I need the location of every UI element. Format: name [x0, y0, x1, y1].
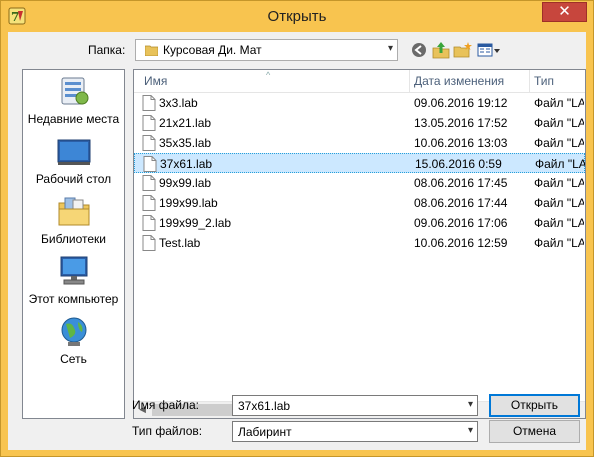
file-type: Файл "LAB" [534, 116, 584, 130]
place-label: Библиотеки [40, 232, 106, 246]
new-folder-icon[interactable] [453, 40, 473, 60]
places-bar: Недавние места Рабочий стол Библиотеки Э… [22, 69, 125, 419]
view-menu-icon[interactable] [477, 40, 501, 60]
file-date: 15.06.2016 0:59 [415, 157, 502, 171]
file-date: 09.06.2016 19:12 [414, 96, 508, 110]
file-row[interactable]: 99x99.lab 08.06.2016 17:45 Файл "LAB" [134, 173, 585, 193]
file-list[interactable]: ^ Имя Дата изменения Тип 3x3.lab 09.06.2… [133, 69, 586, 419]
computer-icon [60, 256, 87, 285]
desktop-icon [57, 139, 90, 165]
open-button[interactable]: Открыть [489, 394, 580, 417]
file-date: 09.06.2016 17:06 [414, 216, 508, 230]
close-button[interactable]: ✕ [542, 2, 587, 22]
place-label: Сеть [60, 352, 87, 366]
column-header: ^ Имя Дата изменения Тип [134, 70, 585, 93]
file-row-selected[interactable]: 37x61.lab 15.06.2016 0:59 Файл "LAB" [134, 153, 585, 173]
file-name: 35x35.lab [159, 136, 212, 150]
file-icon [142, 235, 156, 251]
cancel-button[interactable]: Отмена [489, 420, 580, 443]
recent-places-icon [61, 77, 88, 105]
window-title: Открыть [267, 8, 327, 25]
lookin-dropdown[interactable]: Курсовая Ди. Мат ▾ [135, 39, 398, 61]
file-name: 199x99_2.lab [159, 216, 232, 230]
file-icon [142, 215, 156, 231]
chevron-down-icon[interactable]: ▾ [468, 425, 473, 436]
file-date: 10.06.2016 12:59 [414, 236, 508, 250]
back-icon[interactable] [409, 40, 429, 60]
file-row[interactable]: 35x35.lab 10.06.2016 13:03 Файл "LAB" [134, 133, 585, 153]
column-name[interactable]: Имя [144, 74, 167, 88]
place-network[interactable]: Сеть [23, 314, 124, 366]
column-divider[interactable] [409, 70, 410, 92]
file-type: Файл "LAB" [534, 216, 584, 230]
libraries-icon [58, 197, 89, 226]
filename-value: 37x61.lab [238, 399, 291, 413]
filetype-dropdown[interactable]: Лабиринт ▾ [232, 421, 478, 442]
filename-label: Имя файла: [132, 398, 199, 412]
up-folder-icon[interactable] [431, 40, 451, 60]
file-type: Файл "LAB" [535, 157, 585, 171]
chevron-down-icon[interactable]: ▾ [468, 399, 473, 410]
file-row[interactable]: Test.lab 10.06.2016 12:59 Файл "LAB" [134, 233, 585, 253]
lookin-label: Папка: [88, 43, 126, 57]
place-label: Этот компьютер [28, 292, 119, 306]
filename-input[interactable]: 37x61.lab ▾ [232, 395, 478, 416]
file-name: 199x99.lab [159, 196, 218, 210]
place-computer[interactable]: Этот компьютер [23, 254, 124, 306]
file-type: Файл "LAB" [534, 236, 584, 250]
file-icon [142, 115, 156, 131]
file-row[interactable]: 199x99.lab 08.06.2016 17:44 Файл "LAB" [134, 193, 585, 213]
file-date: 13.05.2016 17:52 [414, 116, 508, 130]
place-recent[interactable]: Недавние места [23, 74, 124, 126]
file-icon [142, 195, 156, 211]
filetype-label: Тип файлов: [132, 424, 203, 438]
file-icon [142, 95, 156, 111]
file-date: 08.06.2016 17:45 [414, 176, 508, 190]
title-bar[interactable]: 7 Открыть ✕ [1, 1, 593, 32]
dialog-body: Папка: Курсовая Ди. Мат ▾ Недавние места… [8, 32, 586, 450]
file-date: 10.06.2016 13:03 [414, 136, 508, 150]
place-libraries[interactable]: Библиотеки [23, 194, 124, 246]
file-icon [142, 175, 156, 191]
column-divider[interactable] [529, 70, 530, 92]
sort-ascending-icon: ^ [266, 70, 271, 80]
file-name: Test.lab [159, 236, 201, 250]
file-name: 37x61.lab [160, 157, 213, 171]
network-icon [61, 317, 86, 346]
folder-icon [145, 45, 158, 56]
place-desktop[interactable]: Рабочий стол [23, 134, 124, 186]
column-type[interactable]: Тип [534, 74, 554, 88]
file-name: 3x3.lab [159, 96, 198, 110]
open-file-dialog: 7 Открыть ✕ Папка: Курсовая Ди. Мат ▾ Не… [0, 0, 594, 457]
column-date[interactable]: Дата изменения [414, 74, 504, 88]
chevron-down-icon[interactable]: ▾ [388, 43, 393, 54]
place-label: Недавние места [27, 112, 120, 126]
place-label: Рабочий стол [35, 172, 112, 186]
file-icon [142, 135, 156, 151]
file-name: 99x99.lab [159, 176, 212, 190]
file-type: Файл "LAB" [534, 136, 584, 150]
file-icon [143, 156, 157, 172]
file-type: Файл "LAB" [534, 176, 584, 190]
filetype-value: Лабиринт [238, 425, 292, 439]
file-type: Файл "LAB" [534, 96, 584, 110]
file-type: Файл "LAB" [534, 196, 584, 210]
file-date: 08.06.2016 17:44 [414, 196, 508, 210]
lookin-value: Курсовая Ди. Мат [163, 43, 262, 57]
file-row[interactable]: 199x99_2.lab 09.06.2016 17:06 Файл "LAB" [134, 213, 585, 233]
file-name: 21x21.lab [159, 116, 212, 130]
file-row[interactable]: 3x3.lab 09.06.2016 19:12 Файл "LAB" [134, 93, 585, 113]
file-row[interactable]: 21x21.lab 13.05.2016 17:52 Файл "LAB" [134, 113, 585, 133]
